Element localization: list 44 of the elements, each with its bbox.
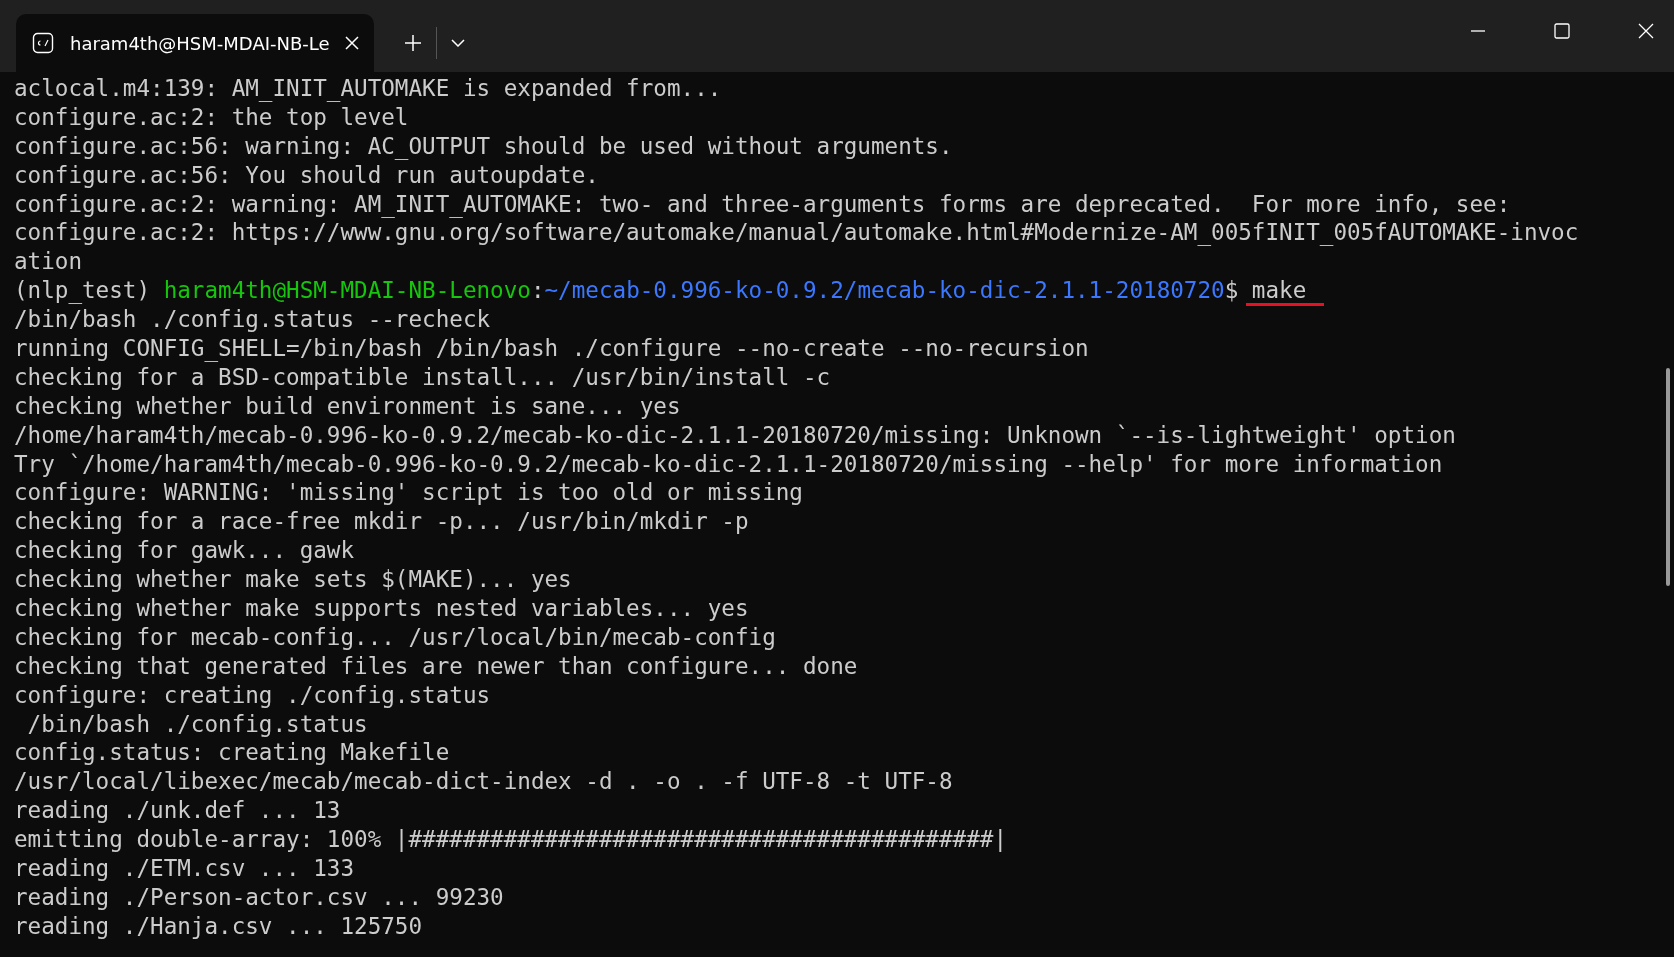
prompt-path: ~/mecab-0.996-ko-0.9.2/mecab-ko-dic-2.1.1-20180720 [544, 277, 1225, 304]
output-line: Try `/home/haram4th/mecab-0.996-ko-0.9.2/mecab-ko-dic-2.1.1-20180720/missing --help' for more information [14, 449, 1444, 479]
terminal-icon [32, 32, 54, 54]
output-line: checking for mecab-config... /usr/local/bin/mecab-config [14, 622, 777, 652]
maximize-icon[interactable] [1554, 23, 1570, 39]
tab-title: haram4th@HSM-MDAI-NB-Le [70, 32, 330, 54]
output-line: reading ./ETM.csv ... 133 [14, 854, 356, 883]
terminal-tab[interactable]: haram4th@HSM-MDAI-NB-Le [16, 14, 374, 72]
command-text: make [1245, 277, 1325, 307]
prompt-separator: : [530, 277, 545, 304]
output-line: checking whether make sets $(MAKE)... yes [14, 565, 573, 595]
output-line: configure: WARNING: 'missing' script is too old or missing [14, 478, 804, 508]
new-tab-icon[interactable] [404, 34, 422, 52]
prompt-env: (nlp_test) [14, 277, 151, 304]
output-line: checking whether make supports nested variables... yes [14, 594, 750, 623]
output-line: configure.ac:2: warning: AM_INIT_AUTOMAKE: two- and three-arguments forms are deprecated. For more info, see: [14, 189, 1512, 219]
output-line: /bin/bash ./config.status --recheck [14, 305, 492, 334]
output-line: running CONFIG_SHELL=/bin/bash /bin/bash ./configure --no-create --no-recursion [14, 334, 1090, 363]
output-line: reading ./Hanja.csv ... 125750 [14, 911, 424, 941]
output-line: emitting double-array: 100% |###########################################| [14, 825, 1008, 855]
output-line: checking for a BSD-compatible install... /usr/bin/install -c [14, 362, 832, 392]
prompt-user-host: haram4th@HSM-MDAI-NB-Lenovo [163, 277, 531, 304]
output-line: configure.ac:56: You should run autoupdate. [14, 160, 600, 190]
output-line: ation [14, 247, 83, 277]
output-line: checking that generated files are newer than configure... done [14, 651, 859, 681]
output-line: configure: creating ./config.status [14, 680, 492, 710]
output-line: checking for a race-free mkdir -p... /usr/bin/mkdir -p [14, 507, 750, 537]
scrollbar-thumb[interactable] [1666, 368, 1670, 586]
output-line: reading ./unk.def ... 13 [14, 796, 342, 826]
dropdown-chevron-icon[interactable] [451, 39, 465, 47]
output-line: reading ./Person-actor.csv ... 99230 [14, 882, 505, 912]
close-tab-icon[interactable] [344, 35, 360, 51]
output-line: checking for gawk... gawk [14, 536, 356, 566]
output-line: configure.ac:2: the top level [14, 102, 410, 132]
output-line: /usr/local/libexec/mecab/mecab-dict-index -d . -o . -f UTF-8 -t UTF-8 [14, 767, 954, 797]
close-icon[interactable] [1638, 23, 1654, 39]
output-line: configure.ac:56: warning: AC_OUTPUT should be used without arguments. [14, 131, 954, 161]
output-line: checking whether build environment is sane... yes [14, 391, 682, 421]
prompt-symbol: $ [1224, 277, 1239, 304]
output-line: /home/haram4th/mecab-0.996-ko-0.9.2/mecab-ko-dic-2.1.1-20180720/missing: Unknown `--is-lightweight' option [14, 420, 1457, 450]
output-line: configure.ac:2: https://www.gnu.org/software/automake/manual/automake.html#Modernize-AM_005fINIT_005fAUTOMAKE-invoc [14, 218, 1580, 248]
output-line: aclocal.m4:139: AM_INIT_AUTOMAKE is expanded from... [14, 74, 723, 103]
output-line: /bin/bash ./config.status [26, 709, 369, 739]
output-line: config.status: creating Makefile [14, 738, 451, 768]
